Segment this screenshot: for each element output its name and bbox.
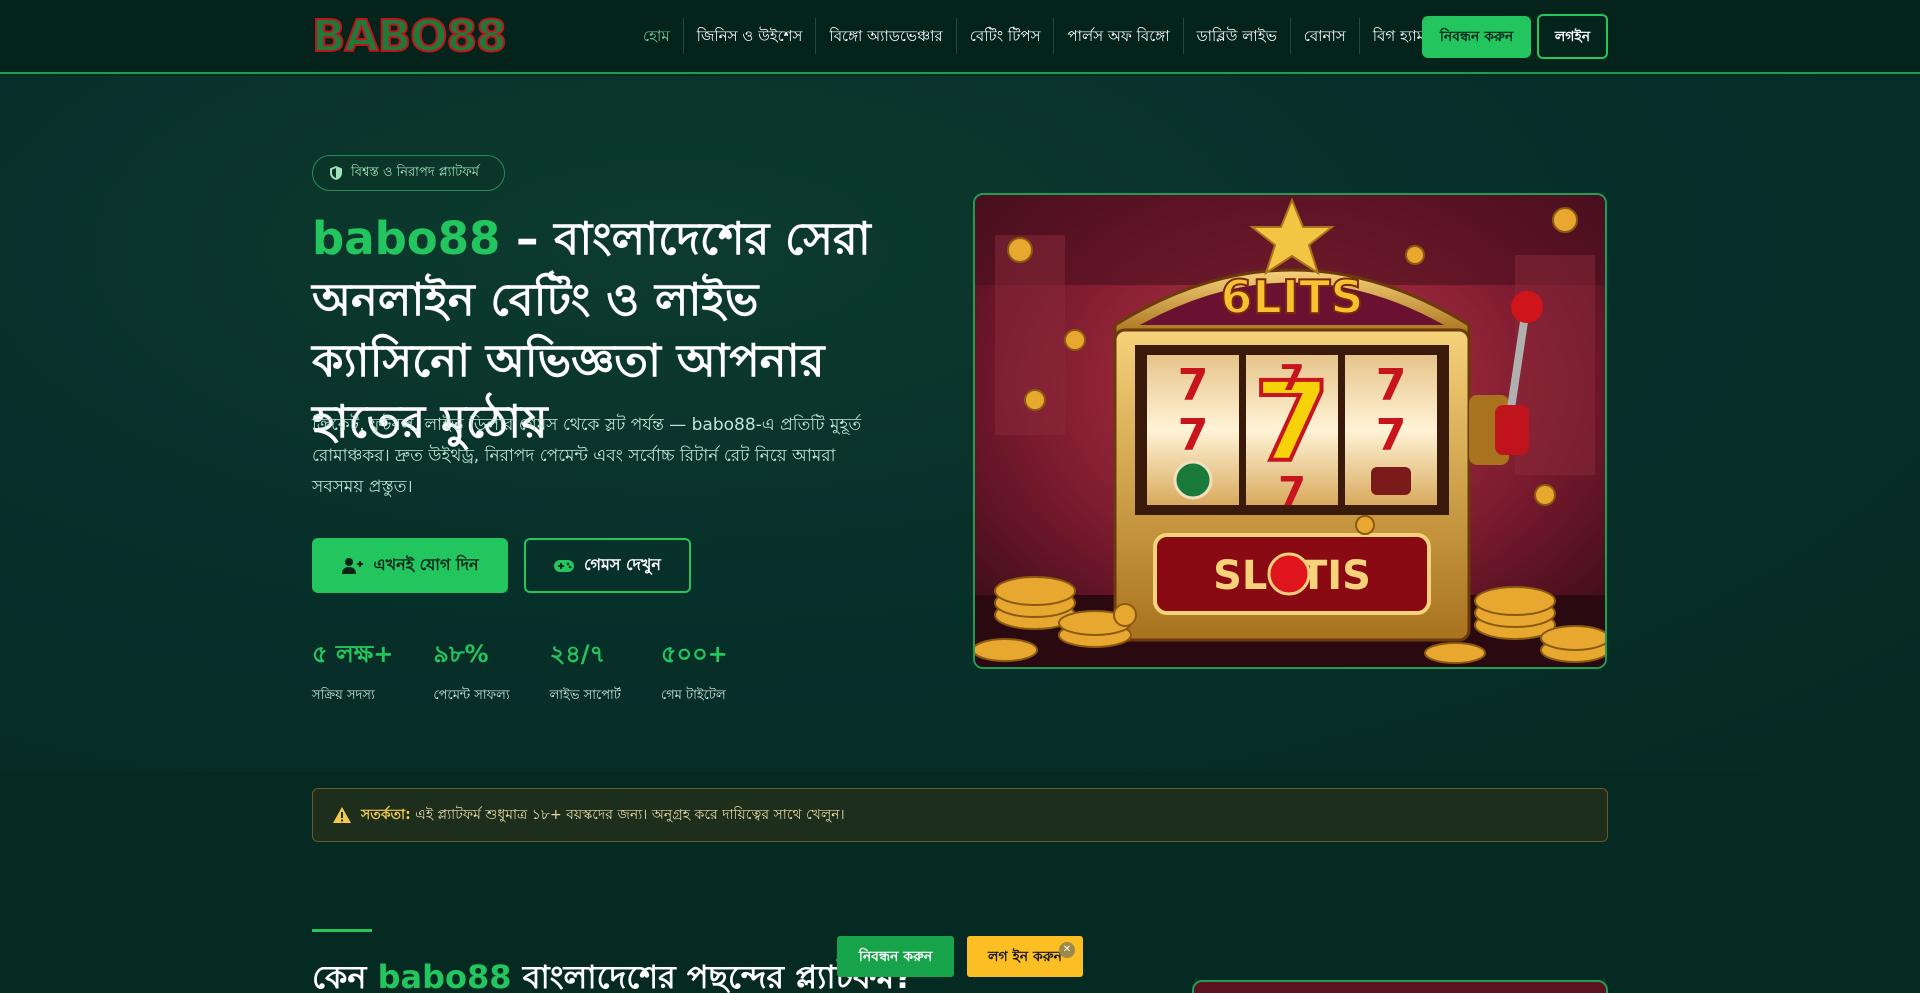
- shield-icon: [330, 166, 342, 180]
- hero-title-brand: babo88: [312, 212, 501, 265]
- trust-badge: বিশ্বস্ত ও নিরাপদ প্ল্যাটফর্ম: [312, 155, 505, 191]
- section-divider: [312, 929, 372, 932]
- stat-value: ২৪/৭: [549, 640, 606, 668]
- nav-item-pearls-of-bingo[interactable]: পার্লস অফ বিঙ্গো: [1054, 18, 1184, 54]
- svg-text:7: 7: [1279, 358, 1304, 399]
- gamepad-icon: [554, 559, 575, 572]
- warning-triangle-icon: [333, 807, 351, 823]
- trust-badge-label: বিশ্বস্ত ও নিরাপদ প্ল্যাটফর্ম: [351, 164, 479, 180]
- stat-members: ৫ লক্ষ+ সক্রিয় সদস্য: [312, 638, 393, 707]
- svg-text:6LITS: 6LITS: [1221, 270, 1364, 324]
- nav-item-wishes[interactable]: জিনিস ও উইশেস: [684, 18, 817, 54]
- join-now-button[interactable]: এখনই যোগ দিন: [312, 538, 508, 593]
- hero-description: ক্রিকেট, ফুটবল, লাইভ ডিলার গেমস থেকে স্ল…: [312, 415, 862, 497]
- nav-item-betting-tips[interactable]: বেটিং টিপস: [957, 18, 1055, 54]
- svg-text:7: 7: [1178, 410, 1209, 461]
- stat-payment: ৯৮% পেমেন্ট সাফল্য: [433, 638, 509, 707]
- site-header: BABO88 হোম জিনিস ও উইশেস বিঙ্গো অ্যাডভেঞ…: [0, 0, 1920, 74]
- floating-register-button[interactable]: নিবন্ধন করুন: [837, 936, 954, 977]
- warning-label: সতর্কতা:: [361, 807, 411, 823]
- stat-value: ৫০০+: [660, 640, 728, 668]
- view-games-label: গেমস দেখুন: [584, 555, 661, 574]
- join-now-label: এখনই যোগ দিন: [373, 555, 479, 574]
- warning-text: এই প্ল্যাটফর্ম শুধুমাত্র ১৮+ বয়স্কদের জ…: [410, 807, 845, 823]
- svg-text:7: 7: [1278, 469, 1306, 515]
- stat-label: গেম টাইটেল: [660, 688, 726, 703]
- stat-games: ৫০০+ গেম টাইটেল: [661, 638, 728, 707]
- view-games-button[interactable]: গেমস দেখুন: [524, 538, 691, 593]
- stat-support: ২৪/৭ লাইভ সাপোর্ট: [550, 638, 621, 707]
- warning-text-wrap: সতর্কতা: এই প্ল্যাটফর্ম শুধুমাত্র ১৮+ বয…: [361, 803, 845, 827]
- close-icon[interactable]: ✕: [1059, 942, 1075, 958]
- hero-section: [0, 76, 1920, 772]
- svg-text:7: 7: [1178, 360, 1209, 411]
- site-logo[interactable]: BABO88: [311, 13, 508, 61]
- stat-label: পেমেন্ট সাফল্য: [433, 688, 510, 703]
- stat-value: ৫ লক্ষ+: [312, 640, 394, 668]
- stats-row: ৫ লক্ষ+ সক্রিয় সদস্য ৯৮% পেমেন্ট সাফল্য…: [312, 638, 768, 707]
- nav-item-bonus[interactable]: বোনাস: [1291, 18, 1360, 54]
- slot-machine-illustration: 6LITS 7 7 7 7 7 7 7 SLOTIS: [975, 195, 1605, 667]
- nav-item-home[interactable]: হোম: [630, 18, 684, 54]
- main-nav: হোম জিনিস ও উইশেস বিঙ্গো অ্যাডভেঞ্চার বে…: [630, 18, 1451, 54]
- age-warning: সতর্কতা: এই প্ল্যাটফর্ম শুধুমাত্র ১৮+ বয…: [312, 788, 1608, 842]
- register-button[interactable]: নিবন্ধন করুন: [1422, 16, 1531, 58]
- svg-text:7: 7: [1376, 410, 1407, 461]
- section-title-brand: babo88: [377, 958, 512, 993]
- stat-label: লাইভ সাপোর্ট: [549, 688, 621, 703]
- stat-label: সক্রিয় সদস্য: [312, 688, 375, 703]
- stat-value: ৯৮%: [433, 640, 489, 668]
- add-user-icon: [342, 557, 364, 574]
- nav-item-w-live[interactable]: ডাব্লিউ লাইভ: [1184, 18, 1291, 54]
- svg-text:7: 7: [1376, 360, 1407, 411]
- section-image: [1192, 980, 1608, 993]
- section-title-pre: কেন: [312, 958, 378, 993]
- slot-machine-image: 6LITS 7 7 7 7 7 7 7 SLOTIS: [973, 193, 1607, 669]
- section-title: কেন babo88 বাংলাদেশের পছন্দের প্ল্যাটফর্…: [312, 952, 913, 993]
- nav-item-bingo-adventure[interactable]: বিঙ্গো অ্যাডভেঞ্চার: [816, 18, 957, 54]
- login-button[interactable]: লগইন: [1537, 14, 1608, 59]
